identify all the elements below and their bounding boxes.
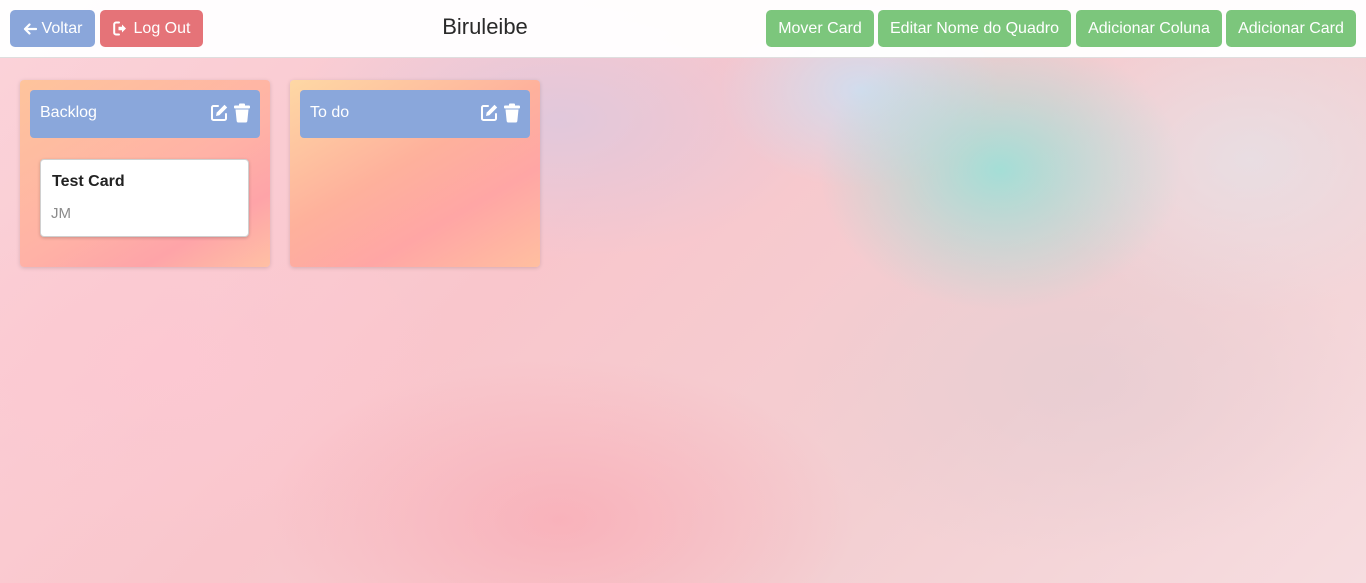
top-bar: Voltar Log Out Biruleibe Mover Card Edit… — [0, 0, 1366, 58]
column-backlog: Backlog Test Card JM — [20, 80, 270, 267]
card-assignee-initials: JM — [51, 205, 71, 222]
column-title: To do — [310, 104, 350, 121]
logout-button-label: Log Out — [133, 19, 191, 37]
column-to-do: To do — [290, 80, 540, 267]
back-button[interactable]: Voltar — [10, 10, 95, 47]
column-header: Backlog — [30, 90, 260, 138]
edit-board-name-button[interactable]: Editar Nome do Quadro — [878, 10, 1071, 47]
edit-icon[interactable] — [209, 103, 229, 128]
edit-icon[interactable] — [479, 103, 499, 128]
trash-icon[interactable] — [503, 103, 521, 128]
sign-out-icon — [112, 21, 126, 36]
card-title: Test Card — [52, 173, 125, 190]
column-title: Backlog — [40, 104, 97, 121]
column-header: To do — [300, 90, 530, 138]
back-button-label: Voltar — [41, 19, 83, 37]
trash-icon[interactable] — [233, 103, 251, 128]
board-title: Biruleibe — [442, 14, 528, 39]
add-card-button[interactable]: Adicionar Card — [1226, 10, 1356, 47]
card[interactable]: Test Card JM — [40, 159, 249, 237]
logout-button[interactable]: Log Out — [100, 10, 203, 47]
arrow-left-icon — [23, 22, 37, 35]
move-card-button[interactable]: Mover Card — [766, 10, 874, 47]
add-column-button[interactable]: Adicionar Coluna — [1076, 10, 1222, 47]
